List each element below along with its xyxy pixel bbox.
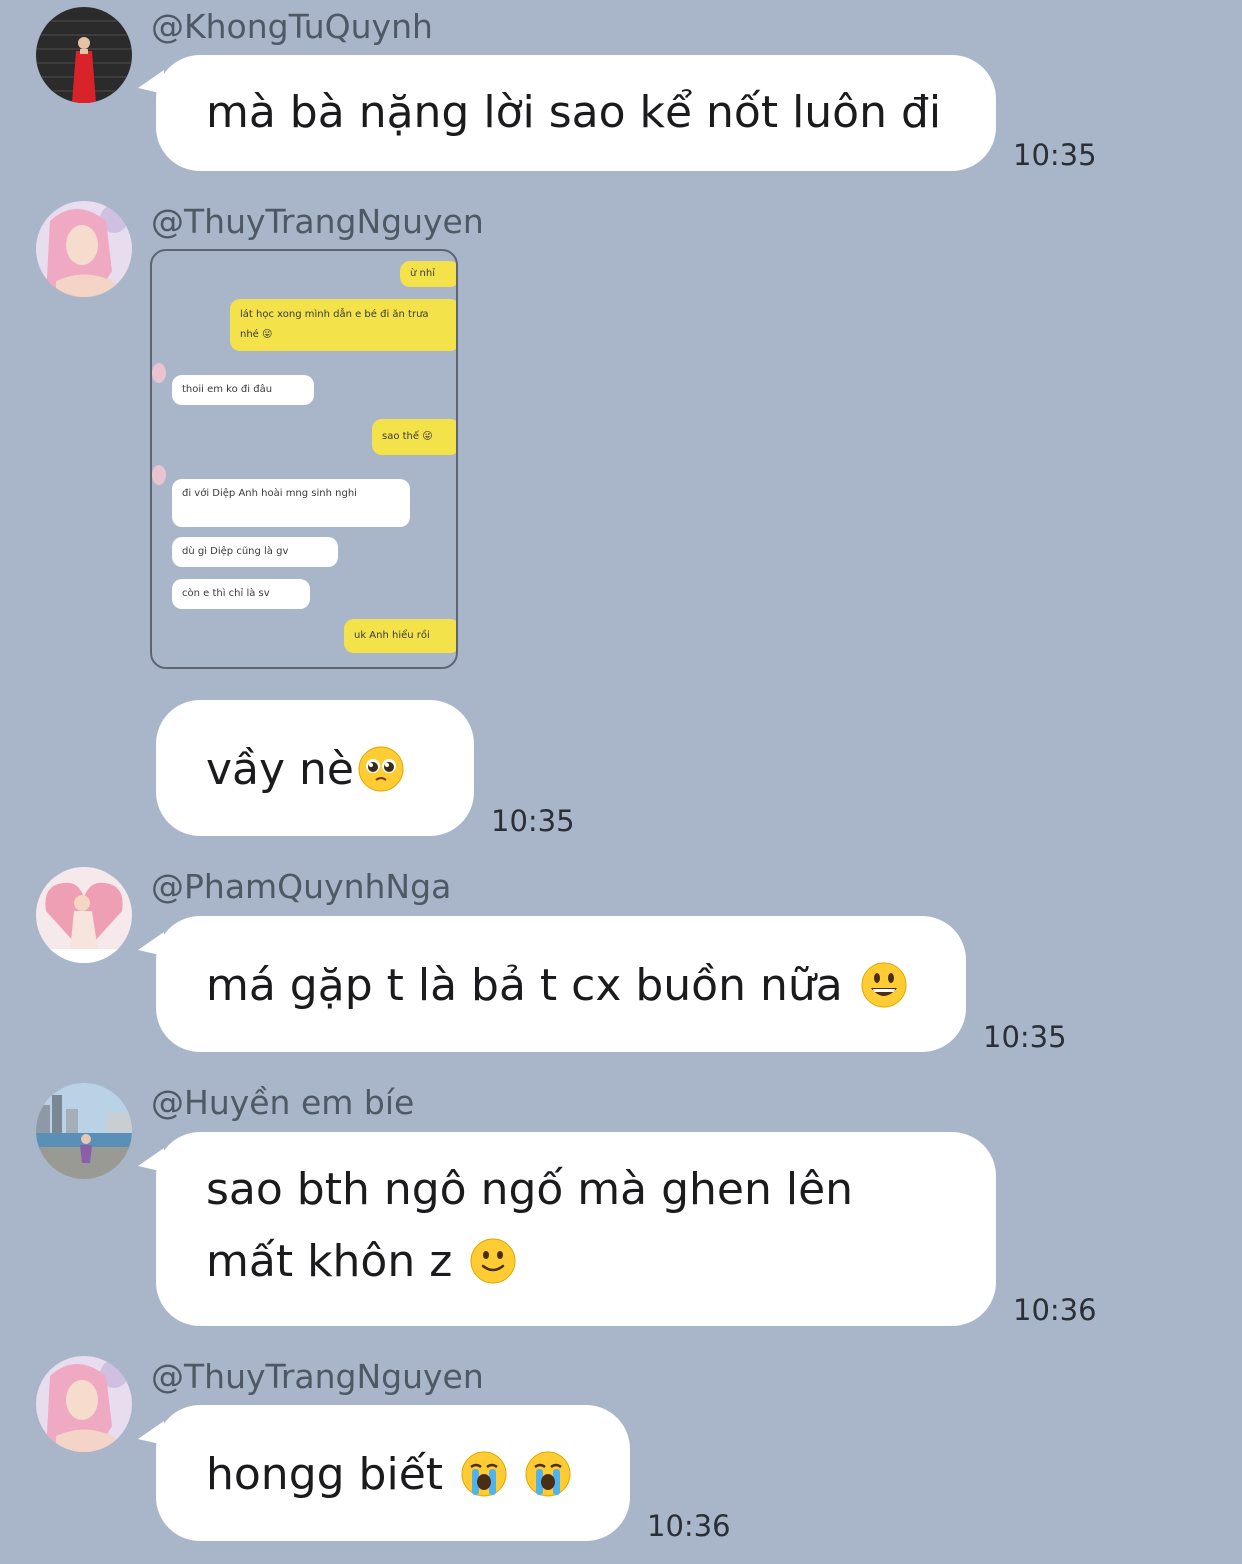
avatar-thuytrangnguyen[interactable] xyxy=(36,201,132,297)
message-text-content: má gặp t là bả t cx buồn nữa xyxy=(206,960,843,1011)
message-text: vầy nè xyxy=(206,744,404,795)
message-text-line1: sao bth ngô ngố mà ghen lên xyxy=(206,1164,854,1215)
screenshot-avatar xyxy=(152,363,166,383)
message-bubble[interactable]: mà bà nặng lời sao kể nốt luôn đi xyxy=(156,55,996,171)
avatar-image xyxy=(36,7,132,103)
message-text: hongg biết xyxy=(206,1449,571,1500)
screenshot-bubble: đi với Diệp Anh hoài mng sinh nghi xyxy=(172,479,410,527)
screenshot-bubble: còn e thì chỉ là sv xyxy=(172,579,310,609)
shared-chat-screenshot[interactable]: ừ nhỉ lát học xong mình dẫn e bé đi ăn t… xyxy=(150,249,458,669)
pleading-face-emoji xyxy=(358,746,404,792)
message-text-content: hongg biết xyxy=(206,1449,444,1500)
message-time: 10:35 xyxy=(491,804,575,838)
screenshot-bubble: uk Anh hiểu rồi xyxy=(344,619,456,653)
slightly-smiling-face-emoji xyxy=(470,1238,516,1284)
avatar-image xyxy=(36,1083,132,1179)
avatar-huyen[interactable] xyxy=(36,1083,132,1179)
message-text: mà bà nặng lời sao kể nốt luôn đi xyxy=(206,87,942,138)
grinning-face-emoji xyxy=(861,962,907,1008)
username[interactable]: @ThuyTrangNguyen xyxy=(151,1357,484,1397)
message-time: 10:35 xyxy=(983,1020,1067,1054)
loudly-crying-face-emoji xyxy=(461,1451,507,1497)
screenshot-bubble: sao thế 😜 xyxy=(372,419,456,455)
avatar-image xyxy=(36,867,132,963)
screenshot-bubble: thoii em ko đi đâu xyxy=(172,375,314,405)
screenshot-avatar xyxy=(152,465,166,485)
avatar-image xyxy=(36,1356,132,1452)
message-time: 10:36 xyxy=(647,1509,731,1543)
message-time: 10:36 xyxy=(1013,1293,1097,1327)
avatar-phamquynhnga[interactable] xyxy=(36,867,132,963)
message-text-content: vầy nè xyxy=(206,744,354,795)
screenshot-bubble: lát học xong mình dẫn e bé đi ăn trưa nh… xyxy=(230,299,456,351)
message-bubble[interactable]: vầy nè xyxy=(156,700,474,836)
screenshot-bubble: dù gì Diệp cũng là gv xyxy=(172,537,338,567)
message-text-line2: mất khôn z xyxy=(206,1236,516,1287)
username[interactable]: @ThuyTrangNguyen xyxy=(151,202,484,242)
message-bubble[interactable]: hongg biết xyxy=(156,1405,630,1541)
avatar-image xyxy=(36,201,132,297)
username[interactable]: @Huyền em bíe xyxy=(151,1083,414,1123)
avatar-thuytrangnguyen[interactable] xyxy=(36,1356,132,1452)
message-text: má gặp t là bả t cx buồn nữa xyxy=(206,960,907,1011)
username[interactable]: @PhamQuynhNga xyxy=(151,867,451,907)
screenshot-bubble: ừ nhỉ xyxy=(400,261,456,287)
loudly-crying-face-emoji xyxy=(525,1451,571,1497)
message-time: 10:35 xyxy=(1013,138,1097,172)
message-bubble[interactable]: sao bth ngô ngố mà ghen lên mất khôn z xyxy=(156,1132,996,1326)
message-bubble[interactable]: má gặp t là bả t cx buồn nữa xyxy=(156,916,966,1052)
avatar-khongtuquynh[interactable] xyxy=(36,7,132,103)
message-text-content: mất khôn z xyxy=(206,1236,453,1287)
username[interactable]: @KhongTuQuynh xyxy=(151,7,433,47)
